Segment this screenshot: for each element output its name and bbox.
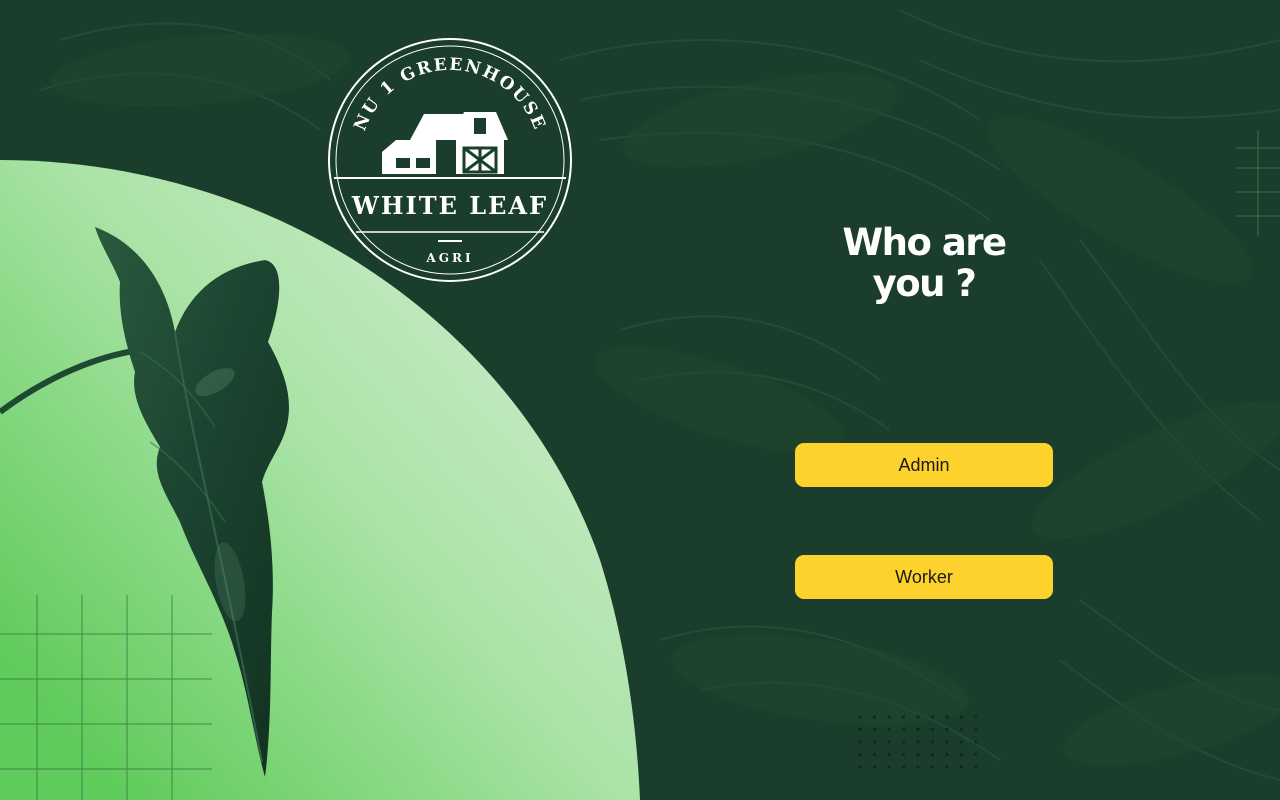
logo-sub: AGRI: [425, 251, 473, 265]
decor-dot: [887, 715, 891, 719]
decor-dot: [945, 740, 949, 744]
logo-name: WHITE LEAF: [351, 191, 548, 220]
decor-dot: [974, 727, 977, 732]
decor-dot: [916, 765, 920, 769]
decor-dot: [887, 727, 891, 732]
admin-button[interactable]: Admin: [795, 443, 1053, 487]
decor-dot: [901, 752, 906, 757]
decor-dot: [930, 752, 935, 757]
decor-dot: [858, 727, 862, 732]
decor-dot: [974, 740, 977, 744]
title-line-2: you ?: [872, 262, 977, 305]
decor-dot: [901, 715, 906, 719]
decor-dot: [974, 715, 977, 719]
decor-dot: [959, 715, 964, 719]
white-leaf-logo: NU 1 GREENHOUSE WHITE LEAF AGRI: [328, 38, 572, 282]
decor-dot: [930, 740, 935, 744]
decor-dot: [887, 740, 891, 744]
decor-dot: [887, 752, 891, 757]
decor-dot: [901, 740, 906, 744]
decor-dot: [930, 715, 935, 719]
decor-dot: [945, 765, 949, 769]
decor-dot: [858, 752, 862, 757]
decor-dot: [916, 752, 920, 757]
leaf-icon: [0, 227, 289, 777]
decor-dot: [930, 727, 935, 732]
decor-dot: [974, 752, 977, 757]
decor-dot: [872, 727, 877, 732]
decor-dot: [959, 765, 964, 769]
decor-dot: [945, 715, 949, 719]
decorative-dots: [858, 715, 977, 769]
decor-dot: [959, 740, 964, 744]
decor-dot: [901, 727, 906, 732]
decor-dot: [916, 740, 920, 744]
page-title: Who are you ?: [800, 222, 1048, 304]
decor-dot: [901, 765, 906, 769]
decorative-lines: [1236, 130, 1280, 236]
role-selection-screen: NU 1 GREENHOUSE WHITE LEAF AGRI Who are: [0, 0, 1280, 800]
decor-dot: [872, 740, 877, 744]
worker-button[interactable]: Worker: [795, 555, 1053, 599]
decor-dot: [959, 727, 964, 732]
barn-icon: [382, 112, 508, 174]
decor-dot: [887, 765, 891, 769]
decor-dot: [858, 715, 862, 719]
decor-dot: [916, 715, 920, 719]
decor-dot: [916, 727, 920, 732]
decor-dot: [872, 765, 877, 769]
decor-dot: [945, 727, 949, 732]
decor-dot: [872, 715, 877, 719]
decor-dot: [945, 752, 949, 757]
decor-dot: [959, 752, 964, 757]
title-line-1: Who are: [842, 221, 1007, 264]
decor-dot: [858, 740, 862, 744]
decor-dot: [930, 765, 935, 769]
decor-dot: [858, 765, 862, 769]
decor-dot: [872, 752, 877, 757]
decor-dot: [974, 765, 977, 769]
